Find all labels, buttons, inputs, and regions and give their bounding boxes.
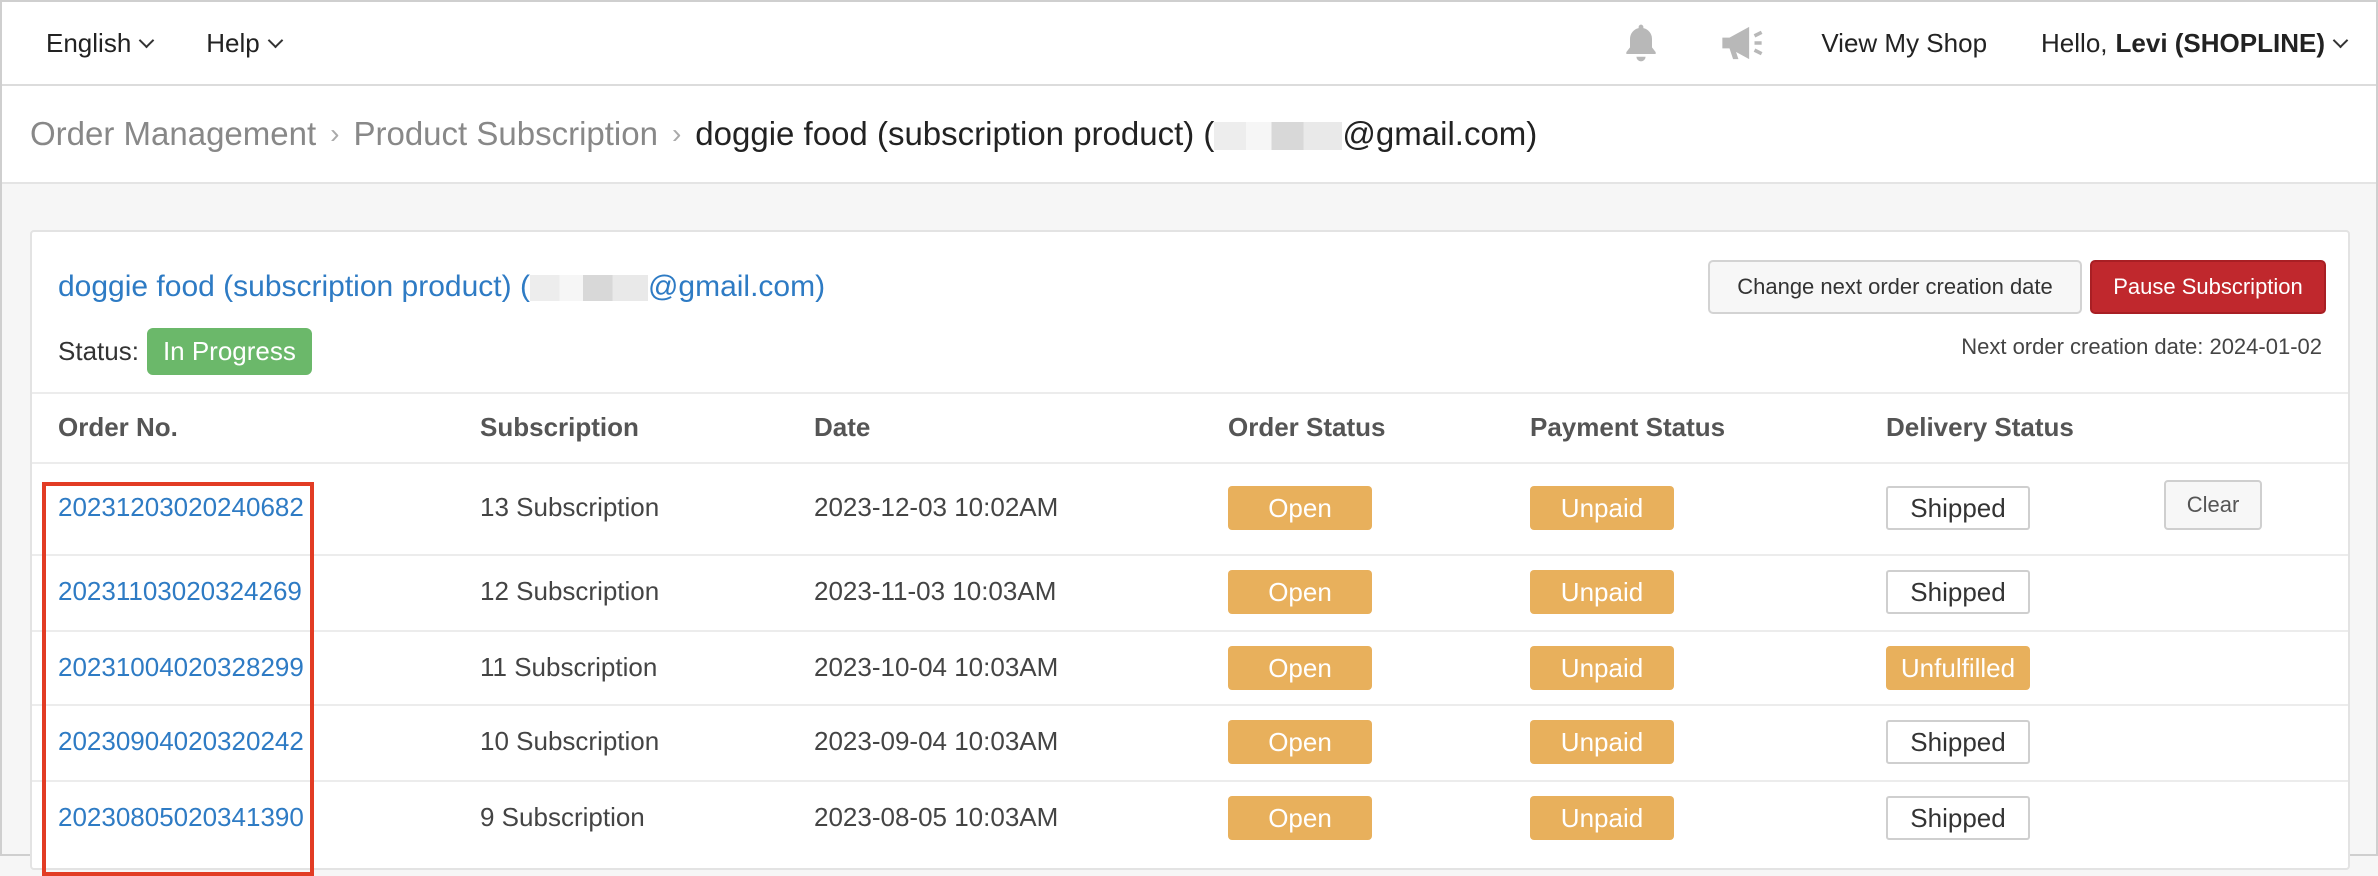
- breadcrumb-order-management[interactable]: Order Management: [30, 115, 316, 153]
- status-badge: In Progress: [146, 328, 312, 375]
- column-header-order-no: Order No.: [58, 412, 178, 442]
- chevron-right-icon: ›: [330, 118, 340, 149]
- order-status-badge: Open: [1228, 570, 1372, 614]
- delivery-status-badge: Shipped: [1886, 570, 2030, 614]
- table-row: 20231203020240682 13 Subscription 2023-1…: [32, 464, 2348, 556]
- topbar-right: View My Shop Hello, Levi (SHOPLINE): [1619, 21, 2376, 65]
- breadcrumb-current-prefix: doggie food (subscription product) (: [695, 115, 1215, 152]
- redacted-email-blur: [1214, 122, 1343, 151]
- orders-table: Order No. Subscription Date Order Status…: [32, 392, 2348, 856]
- date-cell: 2023-12-03 10:02AM: [814, 492, 1059, 522]
- user-menu-dropdown[interactable]: Hello, Levi (SHOPLINE): [2041, 27, 2349, 59]
- view-my-shop-link[interactable]: View My Shop: [1821, 28, 1987, 59]
- help-dropdown[interactable]: Help: [206, 27, 284, 59]
- subscription-title-suffix: @gmail.com): [647, 270, 826, 303]
- breadcrumb-product-subscription[interactable]: Product Subscription: [353, 115, 658, 153]
- bell-icon[interactable]: [1619, 21, 1663, 65]
- delivery-status-badge: Shipped: [1886, 796, 2030, 840]
- delivery-status-badge: Shipped: [1886, 720, 2030, 764]
- order-number-link[interactable]: 20230805020341390: [58, 802, 304, 833]
- delivery-status-badge: Shipped: [1886, 486, 2030, 530]
- date-cell: 2023-08-05 10:03AM: [814, 802, 1059, 832]
- table-row: 20231004020328299 11 Subscription 2023-1…: [32, 632, 2348, 706]
- payment-status-badge: Unpaid: [1530, 486, 1674, 530]
- table-row: 20231103020324269 12 Subscription 2023-1…: [32, 556, 2348, 632]
- table-row: 20230805020341390 9 Subscription 2023-08…: [32, 782, 2348, 856]
- chevron-down-icon: [2332, 32, 2349, 48]
- hello-prefix: Hello,: [2041, 27, 2108, 58]
- order-status-badge: Open: [1228, 720, 1372, 764]
- chevron-down-icon: [267, 32, 284, 48]
- payment-status-badge: Unpaid: [1530, 796, 1674, 840]
- date-cell: 2023-09-04 10:03AM: [814, 726, 1059, 756]
- column-header-subscription: Subscription: [480, 412, 639, 442]
- subscription-cell: 10 Subscription: [480, 726, 660, 756]
- order-number-link[interactable]: 20230904020320242: [58, 726, 304, 757]
- subscription-cell: 13 Subscription: [480, 492, 660, 522]
- subscription-cell: 11 Subscription: [480, 652, 658, 682]
- subscription-cell: 12 Subscription: [480, 576, 660, 606]
- breadcrumb-current: doggie food (subscription product) ( @gma…: [695, 115, 1537, 153]
- payment-status-badge: Unpaid: [1530, 646, 1674, 690]
- chevron-right-icon: ›: [671, 118, 682, 149]
- top-navbar: English Help View My Shop Hello, Levi (S…: [2, 2, 2376, 86]
- next-order-creation-date: Next order creation date: 2024-01-02: [1961, 334, 2322, 359]
- status-line: Status: In Progress: [58, 328, 312, 375]
- language-label: English: [46, 27, 132, 58]
- subscription-title-prefix: doggie food (subscription product) (: [58, 270, 530, 303]
- order-status-badge: Open: [1228, 796, 1372, 840]
- clear-button[interactable]: Clear: [2164, 480, 2262, 530]
- breadcrumb: Order Management › Product Subscription …: [2, 86, 2376, 184]
- language-dropdown[interactable]: English: [46, 27, 155, 59]
- user-name: Levi (SHOPLINE): [2115, 27, 2325, 58]
- pause-subscription-button[interactable]: Pause Subscription: [2090, 260, 2326, 314]
- megaphone-icon[interactable]: [1717, 21, 1767, 65]
- column-header-date: Date: [814, 412, 871, 442]
- subscription-title-link[interactable]: doggie food (subscription product) ( @gma…: [58, 270, 825, 304]
- status-label: Status:: [58, 336, 139, 366]
- help-label: Help: [206, 27, 260, 58]
- date-cell: 2023-10-04 10:03AM: [814, 652, 1059, 682]
- topbar-left: English Help: [2, 27, 284, 59]
- order-number-link[interactable]: 20231004020328299: [58, 652, 304, 683]
- table-header: Order No. Subscription Date Order Status…: [32, 392, 2348, 464]
- change-next-order-date-button[interactable]: Change next order creation date: [1708, 260, 2082, 314]
- subscription-cell: 9 Subscription: [480, 802, 645, 832]
- order-status-badge: Open: [1228, 646, 1372, 690]
- payment-status-badge: Unpaid: [1530, 570, 1674, 614]
- order-number-link[interactable]: 20231203020240682: [58, 492, 304, 523]
- table-row: 20230904020320242 10 Subscription 2023-0…: [32, 706, 2348, 782]
- subscription-card: doggie food (subscription product) ( @gma…: [30, 230, 2350, 876]
- redacted-email-blur: [529, 275, 648, 302]
- delivery-status-badge: Unfulfilled: [1886, 646, 2030, 690]
- column-header-order-status: Order Status: [1228, 412, 1386, 442]
- breadcrumb-current-suffix: @gmail.com): [1342, 115, 1538, 152]
- date-cell: 2023-11-03 10:03AM: [814, 576, 1057, 606]
- payment-status-badge: Unpaid: [1530, 720, 1674, 764]
- order-number-link[interactable]: 20231103020324269: [58, 576, 302, 607]
- order-status-badge: Open: [1228, 486, 1372, 530]
- column-header-delivery-status: Delivery Status: [1886, 412, 2074, 442]
- chevron-down-icon: [139, 32, 155, 48]
- column-header-payment-status: Payment Status: [1530, 412, 1726, 442]
